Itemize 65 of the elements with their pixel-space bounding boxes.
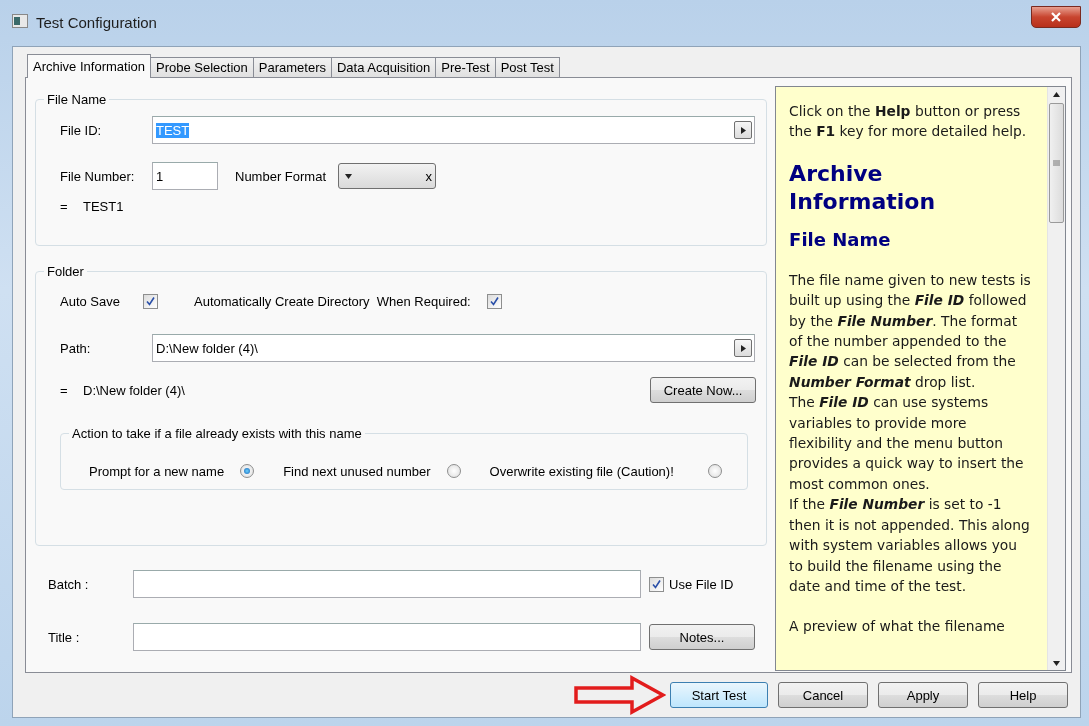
window-title: Test Configuration	[36, 14, 158, 31]
help-paragraph: The file name given to new tests is built up using the File ID followed by the File Number. The format of the number appended to the File ID can be selected from the Number Format drop list.	[789, 270, 1031, 392]
tab[interactable]: Data Acquisition	[331, 57, 437, 77]
checkbox[interactable]	[486, 293, 502, 309]
path-preview: D:\New folder (4)\	[83, 382, 185, 398]
radio-button[interactable]	[240, 464, 255, 478]
scroll-thumb[interactable]	[1049, 103, 1064, 223]
dialog-button[interactable]: Apply	[878, 682, 968, 708]
help-paragraph: If the File Number is set to -1 then it is not appended. This along with system variables allows you to build the filename using the date and time of the test.	[789, 495, 1031, 596]
help-paragraph: Click on the Help button or press the F1 key for more detailed help.	[789, 102, 1028, 142]
tab[interactable]: Probe Selection	[150, 57, 254, 77]
radio-button[interactable]	[446, 464, 461, 478]
help-heading: Archive Information	[789, 159, 937, 216]
group-legend: Folder	[44, 264, 87, 279]
field-label: File ID:	[60, 122, 103, 138]
tab[interactable]: Post Test	[494, 57, 560, 77]
clear-glyph: x	[425, 168, 433, 184]
equals-sign: =	[60, 198, 69, 214]
tab[interactable]: Parameters	[252, 57, 332, 77]
scroll-up-icon	[1053, 90, 1060, 98]
notes-button[interactable]: Notes...	[649, 624, 755, 650]
caret-icon	[345, 172, 353, 180]
radio-label: Prompt for a new name	[89, 463, 225, 479]
file-name-preview: TEST1	[83, 198, 124, 214]
checkbox[interactable]	[649, 576, 664, 592]
field-label: Path:	[60, 340, 92, 356]
group-legend: File Name	[44, 92, 110, 107]
checkbox-label: Auto Save	[60, 293, 121, 309]
dialog-button[interactable]: Help	[978, 682, 1068, 708]
close-icon	[1050, 12, 1062, 22]
menu-button[interactable]	[734, 339, 752, 357]
batch-field[interactable]	[133, 570, 641, 598]
checkbox-label: Automatically Create Directory When Required:	[194, 293, 471, 309]
dialog-button[interactable]: Start Test	[670, 682, 768, 708]
field-label: Batch :	[48, 576, 90, 592]
tab[interactable]: Archive Information	[27, 54, 151, 78]
scroll-down-icon	[1053, 659, 1060, 667]
group-legend: Action to take if a file already exists with this name	[69, 426, 365, 441]
equals-sign: =	[60, 382, 69, 398]
field-label: Number Format	[235, 168, 327, 184]
create-now-button[interactable]: Create Now...	[650, 377, 757, 403]
number-format-dropdown[interactable]: x	[338, 163, 437, 189]
title-field[interactable]	[133, 623, 641, 651]
arrow-icon	[574, 675, 666, 715]
help-paragraph: A preview of what the filename	[789, 617, 1006, 637]
dialog-button[interactable]: Cancel	[778, 682, 868, 708]
field-value: TEST	[156, 122, 190, 138]
play-icon	[739, 126, 747, 134]
play-icon	[739, 344, 747, 352]
radio-label: Overwrite existing file (Caution)!	[489, 463, 674, 479]
tab[interactable]: Pre-Test	[435, 57, 496, 77]
help-heading: File Name	[789, 227, 892, 252]
radio-button[interactable]	[707, 464, 722, 478]
window-icon	[12, 14, 28, 28]
field-label: File Number:	[60, 168, 136, 184]
path-field[interactable]: D:\New folder (4)\	[152, 334, 755, 362]
menu-button[interactable]	[734, 121, 752, 139]
scrollbar[interactable]	[1047, 87, 1065, 670]
checkbox-label: Use File ID	[669, 576, 734, 592]
close-button[interactable]	[1031, 6, 1081, 28]
help-paragraph: The File ID can use systems variables to provide more flexibility and the menu button provides a quick way to insert the most common ones.	[789, 393, 1025, 494]
field-label: Title :	[48, 629, 81, 645]
file-number-field[interactable]: 1	[152, 162, 218, 190]
checkbox[interactable]	[143, 293, 158, 309]
radio-label: Find next unused number	[283, 463, 431, 479]
